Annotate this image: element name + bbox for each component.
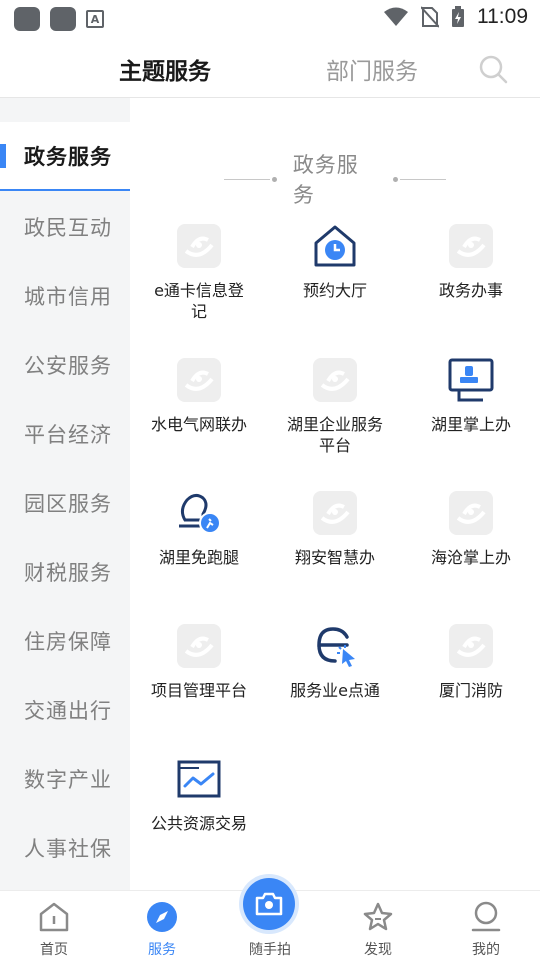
service-label: 政务办事 <box>438 281 503 300</box>
sidebar-item-label: 交通出行 <box>24 698 112 723</box>
person-icon <box>469 900 503 934</box>
nav-label: 服务 <box>148 942 176 958</box>
sidebar-item-government-services[interactable]: 政务服务 <box>0 122 130 191</box>
placeholder-logo-icon <box>175 222 223 270</box>
nav-discover[interactable]: 发现 <box>324 891 432 960</box>
sidebar-item-label: 数字产业 <box>24 767 112 792</box>
service-label: 湖里免跑腿 <box>158 548 239 567</box>
stamp-screen-icon <box>447 356 495 404</box>
divider <box>224 178 271 180</box>
font-notification-icon: A <box>86 10 104 28</box>
service-label: 海沧掌上办 <box>430 548 511 567</box>
section-title: 政务服务 <box>292 153 359 207</box>
chart-folder-icon <box>175 755 223 803</box>
service-label: e通卡信息登记 <box>154 281 244 321</box>
sidebar-item-label: 政民互动 <box>24 215 112 240</box>
tab-theme-services[interactable]: 主题服务 <box>119 52 211 86</box>
notification-app-icon <box>50 7 76 31</box>
service-label: 湖里企业服务平台 <box>287 415 384 455</box>
service-utilities[interactable]: 水电气网联办 <box>134 356 264 435</box>
compass-icon <box>145 900 179 934</box>
sidebar-item-label: 城市信用 <box>24 284 112 309</box>
sidebar-item-police-services[interactable]: 公安服务 <box>0 330 130 399</box>
sidebar-item-housing[interactable]: 住房保障 <box>0 606 130 675</box>
category-sidebar: 政务服务 政民互动 城市信用 公安服务 平台经济 园区服务 财税服务 住房保障 … <box>0 98 130 890</box>
divider-dot <box>272 176 277 182</box>
placeholder-logo-icon <box>447 622 495 670</box>
camera-button[interactable] <box>243 878 295 930</box>
star-icon <box>361 900 395 934</box>
placeholder-logo-icon <box>447 222 495 270</box>
service-huli-no-errand[interactable]: 湖里免跑腿 <box>134 489 264 568</box>
placeholder-logo-icon <box>311 489 359 537</box>
placeholder-logo-icon <box>175 622 223 670</box>
clock-house-icon <box>311 222 359 270</box>
sidebar-item-label: 政务服务 <box>24 144 112 169</box>
notification-app-icon <box>14 7 40 31</box>
sidebar-item-transport[interactable]: 交通出行 <box>0 675 130 744</box>
service-public-resource-trading[interactable]: 公共资源交易 <box>134 755 264 834</box>
divider <box>399 178 446 180</box>
sidebar-item-label: 人事社保 <box>24 836 112 861</box>
service-ecard-registration[interactable]: e通卡信息登记 <box>134 222 264 322</box>
service-huli-enterprise[interactable]: 湖里企业服务平台 <box>270 356 400 456</box>
nav-label: 发现 <box>364 942 392 958</box>
service-label: 公共资源交易 <box>151 814 248 833</box>
battery-charging-icon <box>452 6 464 27</box>
service-label: 湖里掌上办 <box>430 415 511 434</box>
service-e-click[interactable]: 服务业e点通 <box>270 622 400 701</box>
search-icon[interactable] <box>478 54 508 84</box>
service-label: 服务业e点通 <box>290 681 380 700</box>
top-tab-bar: 主题服务 部门服务 <box>0 36 540 98</box>
sidebar-item-park-services[interactable]: 园区服务 <box>0 468 130 537</box>
service-appointment-hall[interactable]: 预约大厅 <box>270 222 400 301</box>
nav-label: 我的 <box>472 942 500 958</box>
runner-stamp-icon <box>175 489 223 537</box>
service-huli-mobile[interactable]: 湖里掌上办 <box>406 356 536 435</box>
sidebar-item-label: 园区服务 <box>24 491 112 516</box>
service-xiangan-smart[interactable]: 翔安智慧办 <box>270 489 400 568</box>
nav-mine[interactable]: 我的 <box>432 891 540 960</box>
service-label: 水电气网联办 <box>151 415 248 434</box>
sidebar-item-citizen-interaction[interactable]: 政民互动 <box>0 192 130 261</box>
clock-time: 11:09 <box>477 5 528 28</box>
placeholder-logo-icon <box>447 489 495 537</box>
nav-home[interactable]: 首页 <box>0 891 108 960</box>
placeholder-logo-icon <box>311 356 359 404</box>
home-icon <box>37 900 71 934</box>
sidebar-item-social-security[interactable]: 人事社保 <box>0 813 130 882</box>
service-project-management[interactable]: 项目管理平台 <box>134 622 264 701</box>
divider-dot <box>393 176 398 182</box>
service-label: 厦门消防 <box>438 681 503 700</box>
service-label: 项目管理平台 <box>151 681 248 700</box>
e-click-icon <box>311 622 359 670</box>
nav-services[interactable]: 服务 <box>108 891 216 960</box>
camera-icon <box>255 892 283 916</box>
sidebar-item-city-credit[interactable]: 城市信用 <box>0 261 130 330</box>
sidebar-item-digital-industry[interactable]: 数字产业 <box>0 744 130 813</box>
sidebar-item-label: 住房保障 <box>24 629 112 654</box>
wifi-icon <box>384 7 408 26</box>
nav-label: 首页 <box>40 942 68 958</box>
service-haicang-mobile[interactable]: 海沧掌上办 <box>406 489 536 568</box>
no-sim-icon <box>421 6 439 28</box>
status-bar: A 11:09 <box>0 0 540 36</box>
sidebar-item-label: 平台经济 <box>24 422 112 447</box>
sidebar-item-label: 公安服务 <box>24 353 112 378</box>
service-government-affairs[interactable]: 政务办事 <box>406 222 536 301</box>
nav-label: 随手拍 <box>249 942 291 958</box>
sidebar-item-label: 财税服务 <box>24 560 112 585</box>
service-xiamen-fire[interactable]: 厦门消防 <box>406 622 536 701</box>
sidebar-item-tax-services[interactable]: 财税服务 <box>0 537 130 606</box>
tab-department-services[interactable]: 部门服务 <box>326 52 418 86</box>
service-label: 翔安智慧办 <box>294 548 375 567</box>
section-header: 政务服务 <box>224 153 446 207</box>
service-label: 预约大厅 <box>302 281 367 300</box>
sidebar-item-platform-economy[interactable]: 平台经济 <box>0 399 130 468</box>
placeholder-logo-icon <box>175 356 223 404</box>
